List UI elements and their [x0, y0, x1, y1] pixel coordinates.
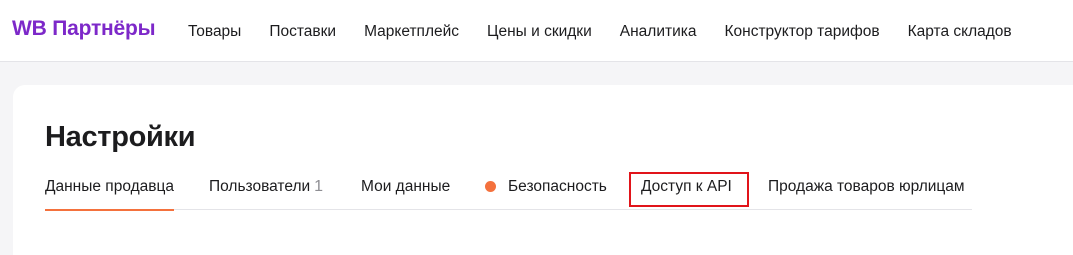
nav-item-products[interactable]: Товары — [188, 23, 241, 41]
tab-users-label: Пользователи — [209, 178, 311, 195]
tab-security[interactable]: Безопасность — [485, 172, 607, 210]
nav-item-analytics[interactable]: Аналитика — [620, 23, 697, 41]
tab-b2b-sales[interactable]: Продажа товаров юрлицам — [768, 172, 965, 210]
top-header: WB Партнёры Товары Поставки Маркетплейс … — [0, 0, 1073, 62]
tab-seller-data-label: Данные продавца — [45, 178, 174, 195]
nav-item-warehouse-map[interactable]: Карта складов — [908, 23, 1012, 41]
users-count-badge: 1 — [314, 178, 324, 195]
tab-users[interactable]: Пользователи 1 — [209, 172, 323, 210]
tab-api-access[interactable]: Доступ к API — [641, 172, 732, 210]
alert-dot-icon — [485, 180, 496, 192]
settings-tabs: Данные продавца Пользователи 1 Мои данные… — [45, 172, 972, 211]
tab-seller-data[interactable]: Данные продавца — [45, 172, 174, 211]
tab-security-label: Безопасность — [508, 178, 607, 195]
tab-my-data-label: Мои данные — [361, 178, 451, 195]
settings-card: Настройки Данные продавца Пользователи 1 … — [13, 85, 1073, 255]
nav-item-prices-discounts[interactable]: Цены и скидки — [487, 23, 592, 41]
nav-item-tariff-builder[interactable]: Конструктор тарифов — [724, 23, 879, 41]
tab-my-data[interactable]: Мои данные — [361, 172, 450, 210]
main-nav: Товары Поставки Маркетплейс Цены и скидк… — [188, 23, 1012, 41]
page-title: Настройки — [45, 121, 196, 153]
tab-b2b-sales-label: Продажа товаров юрлицам — [768, 178, 965, 195]
nav-item-marketplace[interactable]: Маркетплейс — [364, 23, 459, 41]
brand-logo[interactable]: WB Партнёры — [12, 17, 156, 41]
tab-api-access-label: Доступ к API — [641, 178, 732, 195]
nav-item-supplies[interactable]: Поставки — [269, 23, 336, 41]
